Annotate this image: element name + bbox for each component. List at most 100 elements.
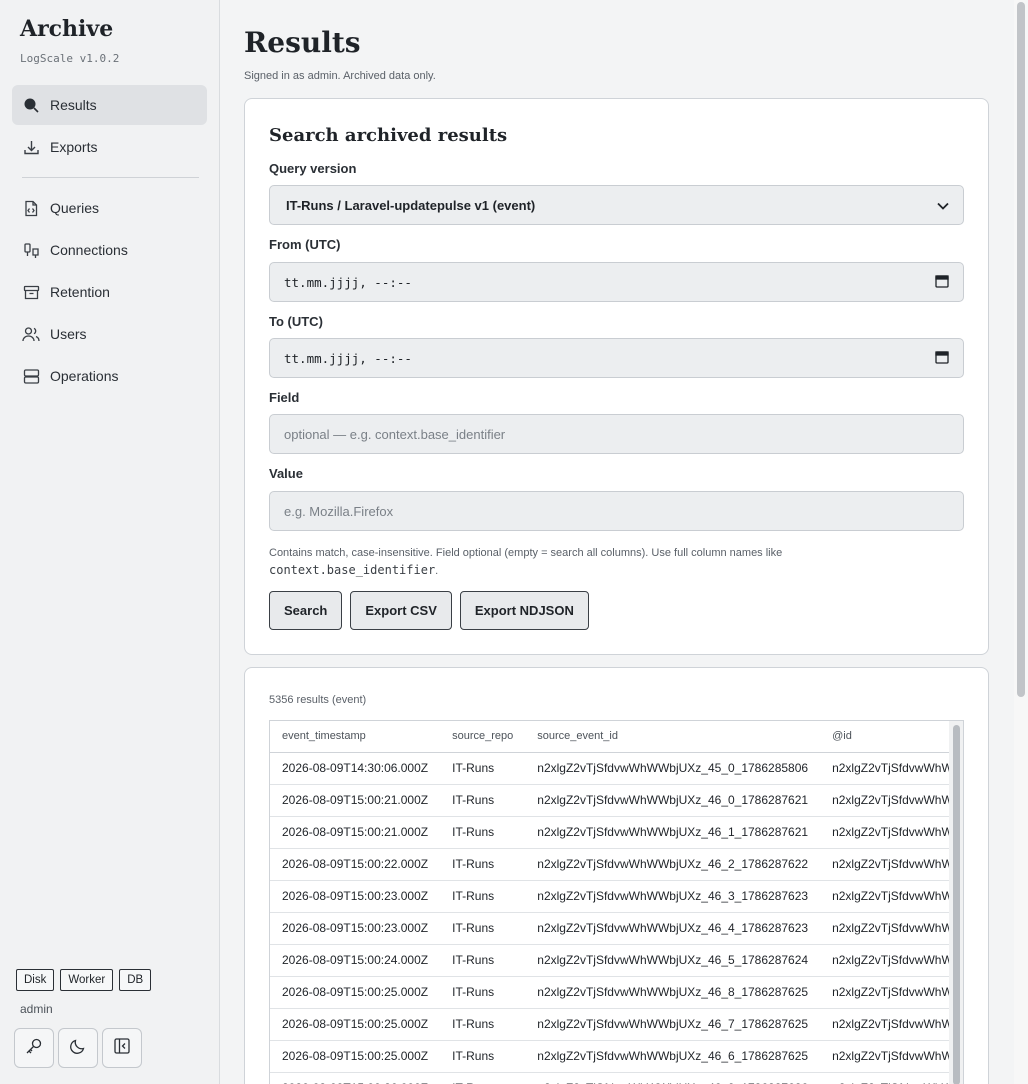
download-icon — [22, 138, 40, 156]
sidebar-item-results[interactable]: Results — [12, 85, 207, 125]
to-label: To (UTC) — [269, 314, 323, 329]
export-csv-button[interactable]: Export CSV — [350, 591, 452, 630]
column-header[interactable]: source_event_id — [525, 721, 821, 753]
table-cell: n2xlgZ2vTjSfdvwWhWWbjUXz_46_7_1786287625 — [525, 1008, 821, 1041]
table-cell: IT-Runs — [440, 816, 526, 849]
moon-icon — [69, 1037, 87, 1060]
table-row[interactable]: 2026-08-09T15:00:25.000Z IT-Runs n2xlgZ2vT… — [270, 976, 963, 1009]
table-row[interactable]: 2026-08-09T15:00:22.000Z IT-Runs n2xlgZ2vT… — [270, 848, 963, 881]
sidebar-item-label: Users — [50, 326, 87, 342]
results-table-body: 2026-08-09T14:30:06.000Z IT-Runs n2xlgZ2vT… — [270, 752, 963, 1084]
table-row[interactable]: 2026-08-09T15:00:21.000Z IT-Runs n2xlgZ2vT… — [270, 784, 963, 817]
page-scrollbar[interactable] — [1014, 0, 1028, 1084]
table-row[interactable]: 2026-08-09T15:00:23.000Z IT-Runs n2xlgZ2vT… — [270, 880, 963, 913]
search-card-title: Search archived results — [269, 125, 508, 146]
help-end: . — [435, 565, 439, 577]
table-cell: n2xlgZ2vTjSfdvwWhWWbjUXz_46_2_1786287622 — [525, 848, 821, 881]
value-input[interactable]: e.g. Mozilla.Firefox — [269, 491, 964, 531]
table-cell: n2xlgZ2vTjSfdvwWhWWbjUXz_46_5_1786287624 — [525, 944, 821, 977]
plug-icon — [22, 241, 40, 259]
results-card: 5356 results (event) event_timestamp sou… — [244, 667, 989, 1084]
field-label: Field — [269, 390, 300, 405]
table-cell: n2xlgZ2vTjSfdvwWhWWbjUXz_46_0_1786287621 — [525, 784, 821, 817]
table-row[interactable]: 2026-08-09T15:00:25.000Z IT-Runs n2xlgZ2vT… — [270, 1040, 963, 1073]
table-cell: n2xlgZ2vTjSfdvwWhWWbjUXz_45_0_1786285806 — [820, 752, 963, 785]
value-label: Value — [269, 466, 303, 481]
search-button[interactable]: Search — [269, 591, 343, 630]
table-cell: IT-Runs — [440, 912, 526, 945]
sidebar-item-label: Exports — [50, 139, 98, 155]
table-cell: n2xlgZ2vTjSfdvwWhWWbjUXz_45_0_1786285806 — [525, 752, 821, 785]
table-row[interactable]: 2026-08-09T15:00:26.000ZIT-Runsn2xlgZ2vT… — [270, 1072, 963, 1084]
table-row[interactable]: 2026-08-09T14:30:06.000Z IT-Runs n2xlgZ2vT… — [270, 752, 963, 785]
sidebar-item-retention[interactable]: Retention — [12, 272, 207, 312]
field-placeholder: optional — e.g. context.base_identifier — [284, 426, 506, 442]
query-version-label: Query version — [269, 161, 357, 176]
help-text: Contains match, case-insensitive. Field … — [269, 547, 783, 559]
calendar-icon[interactable] — [935, 350, 949, 367]
table-cell: IT-Runs — [440, 1008, 526, 1041]
table-cell: n2xlgZ2vTjSfdvwWhWWbjUXz_46_1_1786287621 — [820, 816, 963, 849]
key-icon — [25, 1037, 43, 1060]
query-version-select[interactable]: IT-Runs / Laravel-updatepulse v1 (event) — [269, 185, 964, 225]
collapse-sidebar-button[interactable] — [102, 1028, 142, 1068]
archive-box-icon — [22, 283, 40, 301]
table-cell: n2xlgZ2vTjSfdvwWhWWbjUXz_46_2_1786287622 — [820, 848, 963, 881]
sidebar-tools — [14, 1028, 142, 1068]
sidebar-item-operations[interactable]: Operations — [12, 356, 207, 396]
theme-toggle-button[interactable] — [58, 1028, 98, 1068]
search-actions: Search Export CSV Export NDJSON — [269, 591, 589, 630]
search-card: Search archived results Query version IT… — [244, 98, 989, 655]
page-scrollbar-thumb[interactable] — [1017, 2, 1025, 697]
table-row[interactable]: 2026-08-09T15:00:23.000Z IT-Runs n2xlgZ2vT… — [270, 912, 963, 945]
table-scrollbar[interactable] — [949, 721, 963, 1084]
table-row[interactable]: 2026-08-09T15:00:24.000Z IT-Runs n2xlgZ2vT… — [270, 944, 963, 977]
from-value: tt.mm.jjjj, --:-- — [284, 274, 412, 290]
collapse-sidebar-icon — [113, 1037, 131, 1060]
sidebar-item-queries[interactable]: Queries — [12, 188, 207, 228]
from-label: From (UTC) — [269, 237, 341, 252]
table-cell: 2026-08-09T15:00:25.000Z — [270, 976, 441, 1009]
field-input[interactable]: optional — e.g. context.base_identifier — [269, 414, 964, 454]
table-cell: IT-Runs — [440, 880, 526, 913]
calendar-icon[interactable] — [935, 274, 949, 291]
status-badge-worker: Worker — [60, 969, 114, 991]
results-table-wrap[interactable]: event_timestamp source_repo source_event… — [269, 720, 964, 1084]
to-datetime-input[interactable]: tt.mm.jjjj, --:-- — [269, 338, 964, 378]
app-version: LogScale v1.0.2 — [20, 52, 120, 65]
status-badges: Disk Worker DB — [16, 969, 152, 991]
column-header[interactable]: source_repo — [440, 721, 526, 753]
from-datetime-input[interactable]: tt.mm.jjjj, --:-- — [269, 262, 964, 302]
table-cell: 2026-08-09T15:00:25.000Z — [270, 1040, 441, 1073]
table-cell: n2xlgZ2vTjSfdvwWhWWbjUXz_46_5_1786287624 — [820, 944, 963, 977]
table-scrollbar-thumb[interactable] — [953, 725, 960, 1084]
search-icon — [22, 96, 40, 114]
table-cell: IT-Runs — [440, 848, 526, 881]
results-count: 5356 results (event) — [269, 694, 367, 706]
table-row[interactable]: 2026-08-09T15:00:25.000Z IT-Runs n2xlgZ2vT… — [270, 1008, 963, 1041]
current-user: admin — [20, 1002, 53, 1016]
column-header[interactable]: @id — [820, 721, 963, 753]
column-header[interactable]: event_timestamp — [270, 721, 441, 753]
users-icon — [22, 325, 40, 343]
sidebar-item-connections[interactable]: Connections — [12, 230, 207, 270]
query-file-icon — [22, 199, 40, 217]
table-cell: n2xlgZ2vTjSfdvwWhWWbjUXz_46_1_1786287621 — [525, 816, 821, 849]
api-key-button[interactable] — [14, 1028, 54, 1068]
page-title: Results — [244, 26, 361, 59]
table-cell: IT-Runs — [440, 784, 526, 817]
sidebar: Archive LogScale v1.0.2 Results Exports … — [0, 0, 220, 1084]
page-subtitle: Signed in as admin. Archived data only. — [244, 70, 436, 82]
table-row[interactable]: 2026-08-09T15:00:21.000Z IT-Runs n2xlgZ2vT… — [270, 816, 963, 849]
sidebar-item-exports[interactable]: Exports — [12, 127, 207, 167]
sidebar-item-label: Results — [50, 97, 97, 113]
export-ndjson-button[interactable]: Export NDJSON — [459, 591, 589, 630]
table-cell: n2xlgZ2vTjSfdvwWhWWbjUXz_46_3_1786287623 — [820, 880, 963, 913]
chevron-down-icon — [937, 198, 949, 213]
table-cell: n2xlgZ2vTjSfdvwWhWWbjUXz_46_9_1786287626 — [525, 1072, 821, 1084]
table-cell: n2xlgZ2vTjSfdvwWhWWbjUXz_46_0_1786287621 — [820, 784, 963, 817]
app-brand: Archive — [20, 16, 114, 42]
table-cell: IT-Runs — [440, 976, 526, 1009]
sidebar-item-users[interactable]: Users — [12, 314, 207, 354]
table-cell: 2026-08-09T15:00:21.000Z — [270, 784, 441, 817]
